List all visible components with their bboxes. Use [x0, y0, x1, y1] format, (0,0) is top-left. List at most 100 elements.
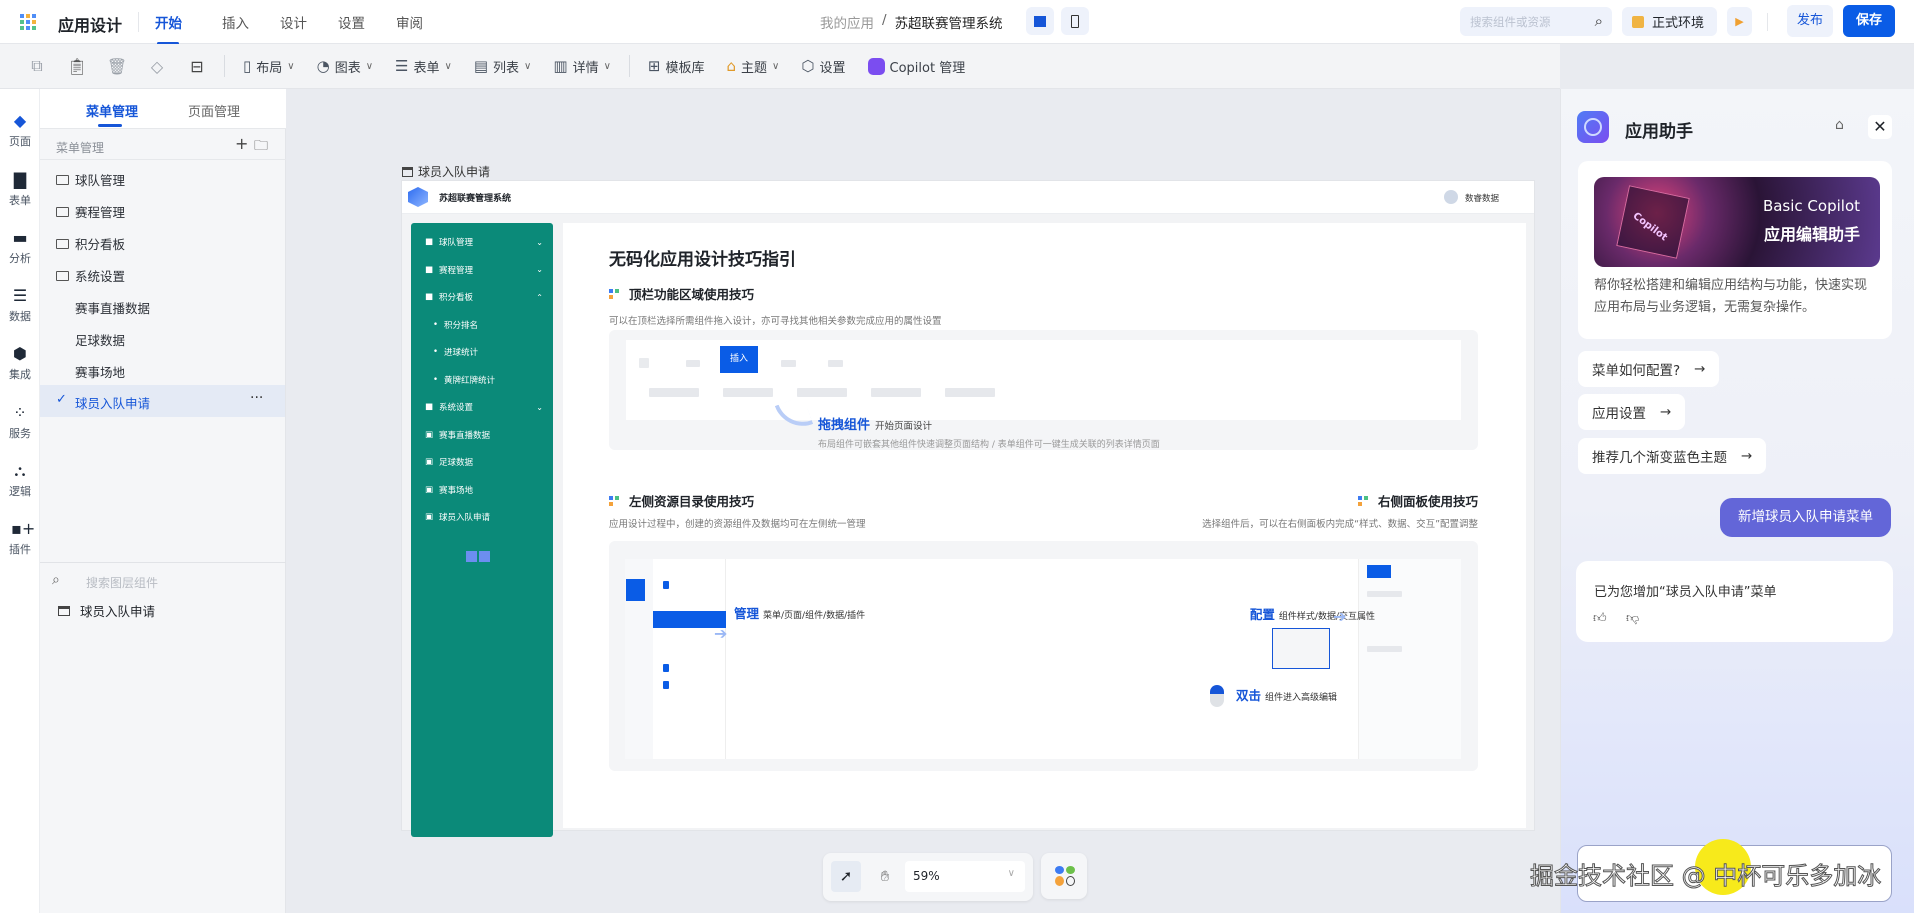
- chevron-down-icon: ∨: [772, 60, 780, 72]
- layer-item[interactable]: 球员入队申请: [58, 601, 155, 620]
- toolbar: ⧉ 📋︎ 🗑︎ ◇ ⊟ ▯ 布局 ∨ ◔ 图表 ∨ ☰ 表单 ∨ ▤ 列表 ∨ ▥ 详情 ∨ ⊞ 模板…: [0, 44, 1560, 89]
- tab-settings[interactable]: 设置: [338, 12, 365, 32]
- app-sidebar-item[interactable]: ▣ 足球数据: [425, 456, 543, 468]
- canvas-toolbar: ➚ ✋︎ 59% ∨: [823, 853, 1033, 901]
- app-sidebar-item[interactable]: ▣ 赛事场地: [425, 484, 543, 496]
- label: 分析: [9, 252, 31, 265]
- label: 逻辑: [9, 485, 31, 498]
- menu-item[interactable]: 积分看板: [56, 234, 125, 253]
- chart-icon: ▬: [12, 228, 28, 247]
- section-heading: 右侧面板使用技巧: [1357, 491, 1478, 510]
- component-palette-button[interactable]: [1041, 853, 1087, 899]
- rail-item-integration[interactable]: ⬢ 集成: [0, 346, 40, 382]
- settings-button[interactable]: ⬡ 设置: [793, 51, 853, 81]
- assistant-reply-card: 已为您增加“球员入队申请”菜单 👍︎ 👎︎: [1576, 561, 1893, 642]
- rail-item-page[interactable]: ◆ 页面: [0, 113, 40, 149]
- menu-item[interactable]: 赛事直播数据: [75, 298, 150, 317]
- detail-menu[interactable]: ▥ 详情 ∨: [545, 51, 619, 81]
- app-sidebar-item[interactable]: ■ 赛程管理 ⌄: [425, 264, 543, 276]
- app-sidebar-item[interactable]: • 进球统计: [433, 346, 551, 358]
- suggestion-chip[interactable]: 应用设置 →: [1578, 394, 1686, 430]
- tab-design[interactable]: 设计: [280, 12, 307, 32]
- theme-menu[interactable]: ⌂ 主题 ∨: [719, 51, 788, 81]
- template-library-button[interactable]: ⊞ 模板库: [640, 51, 713, 81]
- thumbs-up-icon[interactable]: 👍︎: [1593, 611, 1607, 626]
- mobile-view-button[interactable]: [1061, 7, 1089, 35]
- app-sidebar-item[interactable]: ■ 系统设置 ⌄: [425, 401, 543, 413]
- menu-item[interactable]: 赛程管理: [56, 202, 125, 221]
- zoom-select[interactable]: 59% ∨: [905, 861, 1025, 892]
- suggestion-chip[interactable]: 菜单如何配置? →: [1578, 351, 1720, 387]
- environment-selector[interactable]: 正式环境: [1622, 7, 1717, 36]
- layout-menu[interactable]: ▯ 布局 ∨: [235, 51, 303, 81]
- paste-icon[interactable]: 📋︎: [60, 51, 94, 81]
- more-icon[interactable]: ···: [250, 390, 263, 406]
- app-grid-icon[interactable]: [20, 14, 36, 30]
- add-folder-icon[interactable]: 🗀︎: [254, 135, 268, 159]
- delete-icon[interactable]: 🗑︎: [100, 51, 134, 81]
- preview-button[interactable]: ▶: [1727, 7, 1752, 36]
- add-menu-buttons[interactable]: [466, 551, 490, 562]
- bullet-icon: •: [433, 374, 439, 385]
- tab-insert[interactable]: 插入: [222, 12, 249, 32]
- form-icon: ☰: [395, 57, 409, 75]
- form-menu[interactable]: ☰ 表单 ∨: [387, 51, 460, 81]
- label: 赛事场地: [439, 485, 474, 496]
- chart-menu[interactable]: ◔ 图表 ∨: [309, 51, 381, 81]
- list-menu[interactable]: ▤ 列表 ∨: [466, 51, 540, 81]
- menu-item[interactable]: 球队管理: [56, 170, 125, 189]
- icon-rail: ◆ 页面 ▇ 表单 ▬ 分析 ☰ 数据 ⬢ 集成 ⁘ 服务 ⛬ 逻辑 ▪+ 插件: [0, 89, 40, 913]
- desktop-view-button[interactable]: [1026, 7, 1054, 35]
- menu-item-selected[interactable]: ✓ 球员入队申请 ···: [40, 385, 285, 417]
- app-sidebar-item[interactable]: ▣ 赛事直播数据: [425, 429, 543, 441]
- suggestion-chip[interactable]: 推荐几个渐变蓝色主题 →: [1578, 438, 1767, 474]
- search-box[interactable]: 搜索组件或资源 ⌕: [1460, 7, 1612, 36]
- canvas-page-label[interactable]: 球员入队申请: [402, 163, 490, 180]
- chevron-down-icon: ∨: [287, 60, 295, 72]
- copy-icon[interactable]: ⧉: [20, 51, 54, 81]
- app-name: 苏超联赛管理系统: [439, 194, 512, 204]
- rail-item-form[interactable]: ▇ 表单: [0, 172, 40, 208]
- app-sidebar-item[interactable]: • 积分排名: [433, 319, 551, 331]
- panels-illustration: 管理 菜单/页面/组件/数据/插件 ➔ 配置 组件样式/数据/交互属性 ➔ 双击 组件…: [609, 541, 1478, 771]
- section-desc: 应用设计过程中，创建的资源组件及数据均可在左侧统一管理: [609, 519, 866, 530]
- label: 系统设置: [439, 403, 474, 413]
- config-subtitle: 组件样式/数据/交互属性: [1278, 612, 1375, 622]
- publish-button[interactable]: 发布: [1787, 5, 1833, 37]
- eraser-icon[interactable]: ◇: [140, 51, 174, 81]
- app-sidebar-item[interactable]: • 黄牌红牌统计: [433, 374, 551, 386]
- canvas-frame[interactable]: 苏超联赛管理系统 数睿数据 ■ 球队管理 ⌄ ■ 赛程管理 ⌄ ■ 积分看板 ⌃ • 积分排名 • 进球…: [402, 181, 1534, 837]
- user-message-bubble: 新增球员入队申请菜单: [1720, 498, 1891, 537]
- menu-item[interactable]: 系统设置: [56, 266, 125, 285]
- save-button[interactable]: 保存: [1843, 5, 1895, 37]
- tab-page-management[interactable]: 页面管理: [188, 101, 240, 120]
- add-icon[interactable]: +: [235, 134, 248, 153]
- page-icon: ▣: [425, 484, 434, 495]
- tab-review[interactable]: 审阅: [396, 12, 423, 32]
- select-tool[interactable]: ➚: [831, 861, 861, 892]
- layer-search[interactable]: ⌕ 搜索图层组件: [52, 570, 272, 596]
- app-sidebar-item[interactable]: ▣ 球员入队申请: [425, 511, 543, 523]
- thumbs-down-icon[interactable]: 👎︎: [1626, 611, 1639, 626]
- divider: [224, 55, 225, 77]
- hand-icon: ✋︎: [880, 867, 890, 885]
- tab-start[interactable]: 开始: [155, 12, 182, 45]
- close-button[interactable]: ✕: [1868, 115, 1892, 139]
- rail-item-service[interactable]: ⁘ 服务: [0, 405, 40, 441]
- rail-item-data[interactable]: ☰ 数据: [0, 288, 40, 324]
- rail-item-logic[interactable]: ⛬ 逻辑: [0, 463, 40, 499]
- clear-history-icon[interactable]: ⌂: [1835, 117, 1844, 133]
- breadcrumb-parent[interactable]: 我的应用: [820, 12, 874, 32]
- rail-item-plugin[interactable]: ▪+ 插件: [0, 521, 40, 557]
- template-box-icon[interactable]: ⊟: [180, 51, 214, 81]
- app-sidebar-item[interactable]: ■ 积分看板 ⌃: [425, 291, 543, 303]
- hand-tool[interactable]: ✋︎: [870, 861, 900, 892]
- tab-menu-management[interactable]: 菜单管理: [86, 101, 138, 127]
- menu-item[interactable]: 足球数据: [75, 330, 125, 349]
- app-sidebar-item[interactable]: ■ 球队管理 ⌄: [425, 236, 543, 248]
- label: 列表: [493, 60, 520, 76]
- copilot-manage-button[interactable]: Copilot 管理: [860, 51, 974, 81]
- menu-item[interactable]: 赛事场地: [75, 362, 125, 381]
- rail-item-analysis[interactable]: ▬ 分析: [0, 230, 40, 266]
- label: 黄牌红牌统计: [444, 375, 496, 386]
